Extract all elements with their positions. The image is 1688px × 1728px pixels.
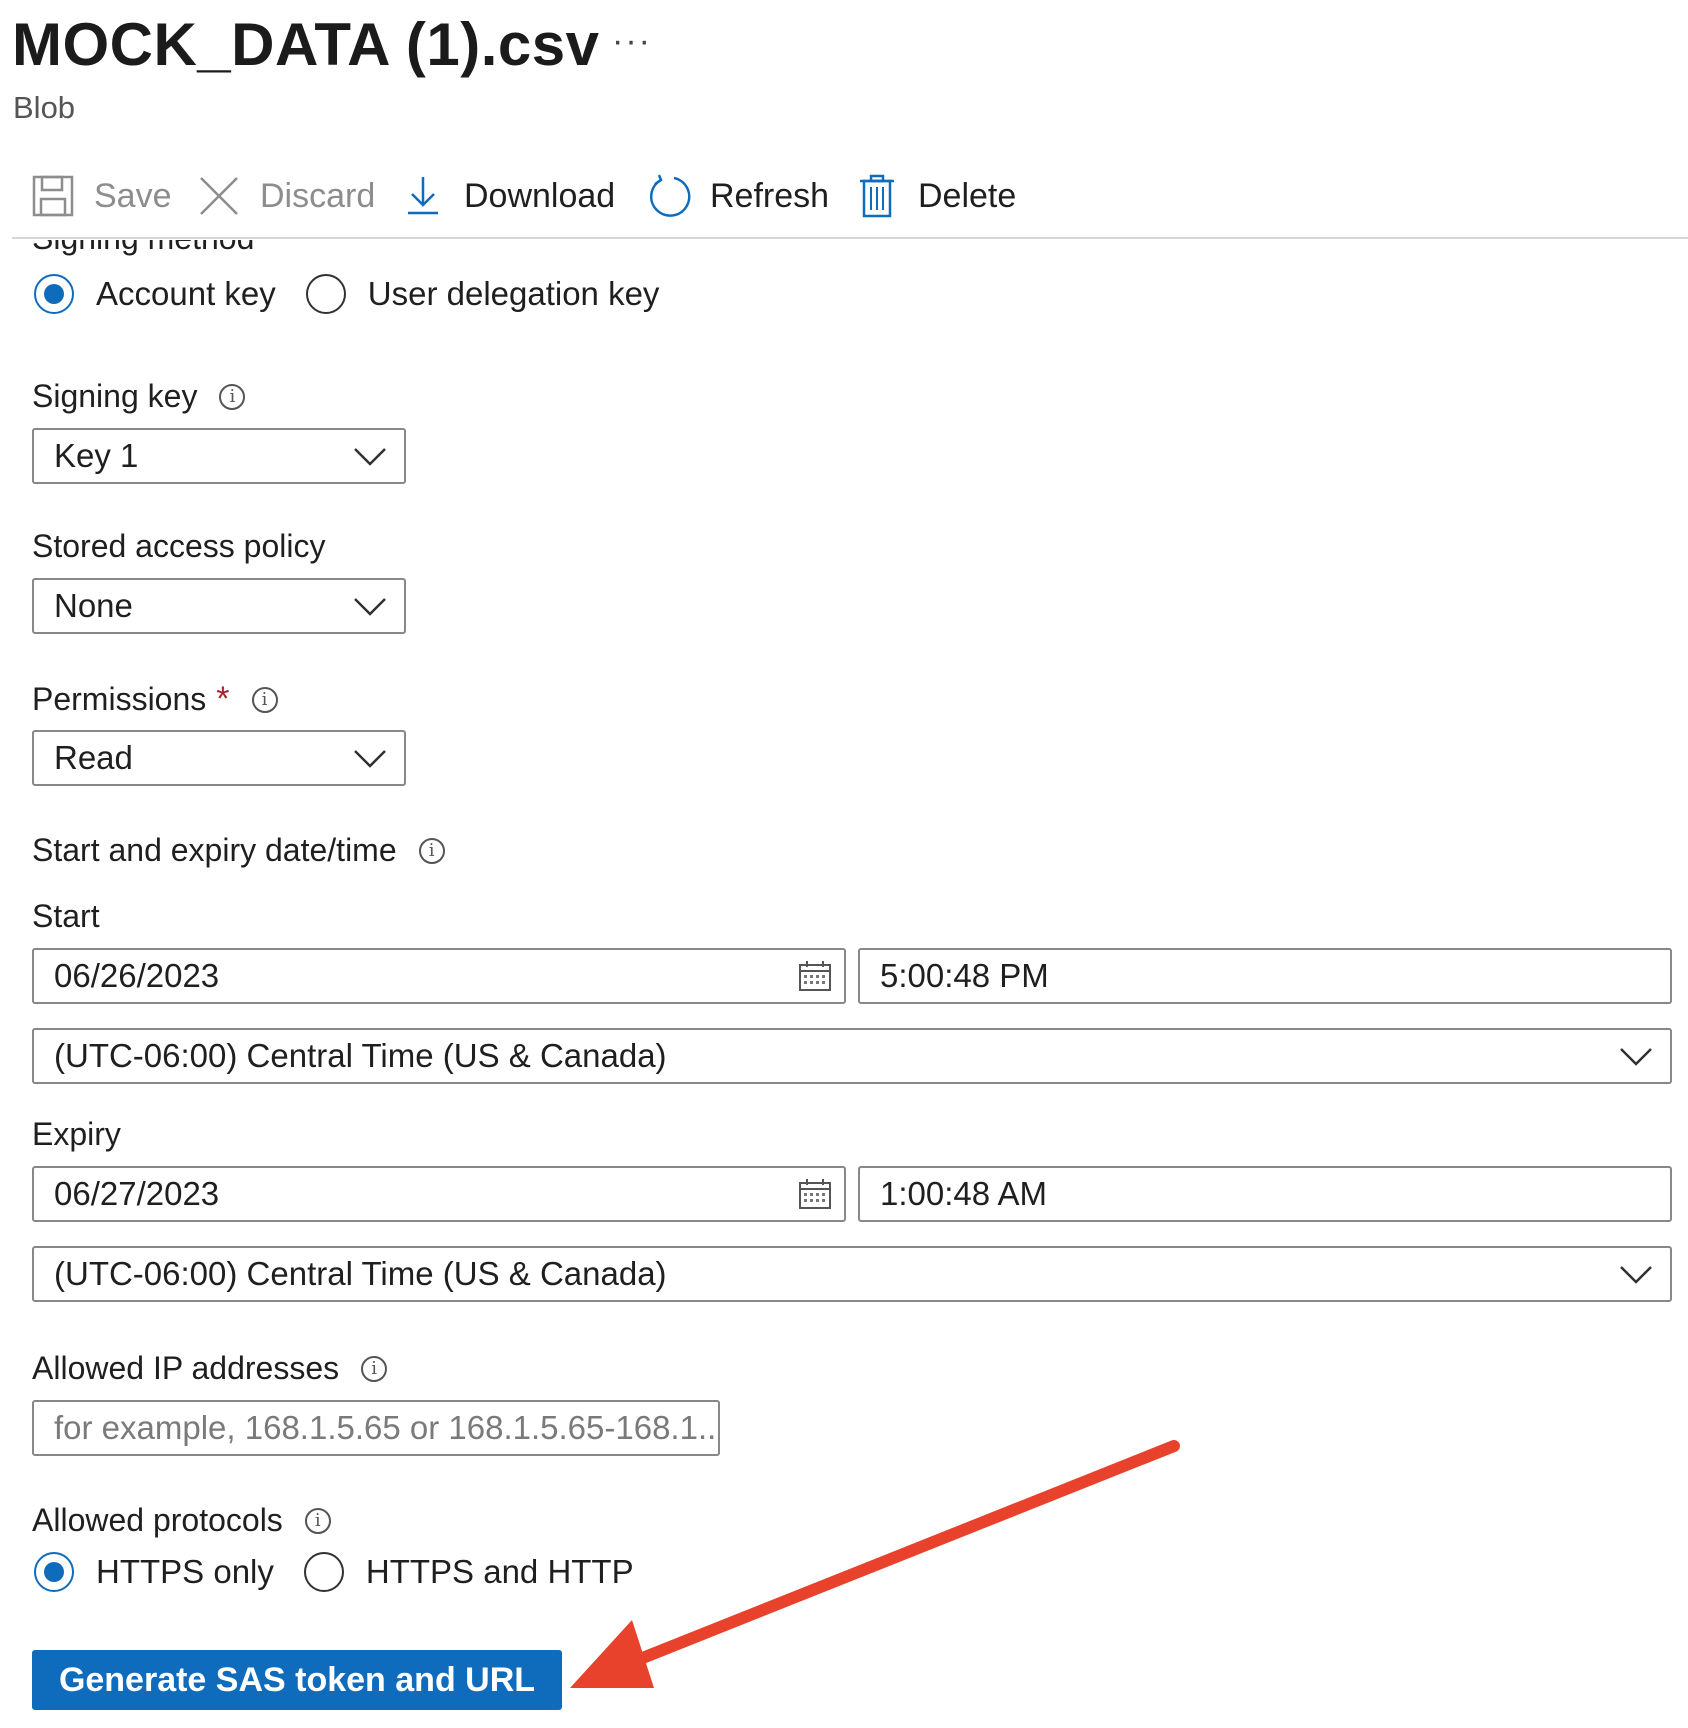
refresh-button[interactable]: Refresh [646, 160, 829, 232]
refresh-icon [646, 173, 692, 219]
allowed-ip-label-row: Allowed IP addresses i [32, 1350, 388, 1387]
chevron-down-icon [354, 448, 386, 466]
stored-policy-dropdown[interactable]: None [32, 578, 406, 634]
chevron-down-icon [1620, 1266, 1652, 1284]
expiry-time-input[interactable]: 1:00:48 AM [858, 1166, 1672, 1222]
stored-policy-value: None [54, 587, 133, 624]
start-time-input[interactable]: 5:00:48 PM [858, 948, 1672, 1004]
signing-method-label: Signing method [32, 240, 254, 257]
info-icon[interactable]: i [251, 686, 278, 713]
discard-label: Discard [260, 176, 376, 215]
signing-method-group: Account key User delegation key [34, 274, 659, 314]
allowed-protocols-label-row: Allowed protocols i [32, 1502, 331, 1539]
radio-https-and-http[interactable] [303, 1552, 344, 1592]
discard-icon [196, 173, 242, 219]
allowed-protocols-label: Allowed protocols [32, 1502, 283, 1538]
save-button[interactable]: Save [30, 160, 172, 232]
sas-form: Signing method Account key User delegati… [0, 240, 1688, 1728]
calendar-icon[interactable] [798, 1178, 832, 1210]
generate-sas-button[interactable]: Generate SAS token and URL [32, 1650, 562, 1710]
signing-key-dropdown[interactable]: Key 1 [32, 428, 406, 484]
page-subtitle: Blob [13, 90, 76, 125]
download-button[interactable]: Download [400, 160, 615, 232]
account-key-label: Account key [96, 275, 276, 312]
permissions-label-row: Permissions * i [32, 680, 278, 719]
page-title: MOCK_DATA (1).csv [12, 11, 600, 78]
user-delegation-key-label: User delegation key [367, 275, 660, 312]
start-expiry-label-row: Start and expiry date/time i [32, 832, 445, 869]
save-label: Save [94, 176, 172, 215]
start-date-input[interactable]: 06/26/2023 [32, 948, 846, 1004]
permissions-label: Permissions [32, 681, 207, 717]
allowed-ip-input[interactable]: for example, 168.1.5.65 or 168.1.5.65-16… [32, 1400, 720, 1456]
start-label: Start [32, 898, 100, 934]
delete-label: Delete [918, 176, 1017, 215]
info-icon[interactable]: i [219, 383, 246, 410]
delete-icon [854, 173, 900, 219]
chevron-down-icon [1620, 1048, 1652, 1066]
info-icon[interactable]: i [361, 1355, 388, 1382]
start-time-value: 5:00:48 PM [880, 957, 1049, 994]
calendar-icon[interactable] [798, 960, 832, 992]
more-options-button[interactable]: ··· [612, 22, 652, 61]
start-timezone-dropdown[interactable]: (UTC-06:00) Central Time (US & Canada) [32, 1028, 1672, 1084]
permissions-dropdown[interactable]: Read [32, 730, 406, 786]
refresh-label: Refresh [710, 176, 830, 215]
expiry-date-value: 06/27/2023 [54, 1175, 220, 1212]
info-icon[interactable]: i [418, 837, 445, 864]
signing-key-label-row: Signing key i [32, 378, 246, 415]
expiry-date-input[interactable]: 06/27/2023 [32, 1166, 846, 1222]
expiry-timezone-value: (UTC-06:00) Central Time (US & Canada) [54, 1255, 667, 1292]
toolbar-divider [12, 237, 1688, 239]
download-label: Download [464, 176, 616, 215]
delete-button[interactable]: Delete [854, 160, 1016, 232]
chevron-down-icon [354, 750, 386, 768]
allowed-ip-label: Allowed IP addresses [32, 1350, 340, 1386]
expiry-label: Expiry [32, 1116, 121, 1152]
download-icon [400, 173, 446, 219]
protocols-group: HTTPS only HTTPS and HTTP [34, 1552, 634, 1592]
expiry-time-value: 1:00:48 AM [880, 1175, 1047, 1212]
radio-account-key[interactable] [34, 274, 74, 314]
discard-button[interactable]: Discard [196, 160, 375, 232]
stored-policy-label: Stored access policy [32, 528, 326, 564]
start-timezone-value: (UTC-06:00) Central Time (US & Canada) [54, 1037, 667, 1074]
permissions-value: Read [54, 739, 133, 776]
required-marker: * [216, 680, 230, 718]
start-date-value: 06/26/2023 [54, 957, 220, 994]
allowed-ip-placeholder: for example, 168.1.5.65 or 168.1.5.65-16… [54, 1409, 718, 1446]
signing-key-label: Signing key [32, 378, 198, 414]
expiry-timezone-dropdown[interactable]: (UTC-06:00) Central Time (US & Canada) [32, 1246, 1672, 1302]
https-and-http-label: HTTPS and HTTP [365, 1553, 634, 1590]
radio-user-delegation-key[interactable] [305, 274, 346, 314]
radio-https-only[interactable] [34, 1552, 74, 1592]
https-only-label: HTTPS only [96, 1553, 274, 1590]
save-icon [30, 173, 76, 219]
chevron-down-icon [354, 598, 386, 616]
signing-key-value: Key 1 [54, 437, 139, 474]
start-expiry-label: Start and expiry date/time [32, 832, 397, 868]
info-icon[interactable]: i [304, 1507, 331, 1534]
command-bar: Save Discard Download Refresh Delete [0, 160, 1688, 232]
